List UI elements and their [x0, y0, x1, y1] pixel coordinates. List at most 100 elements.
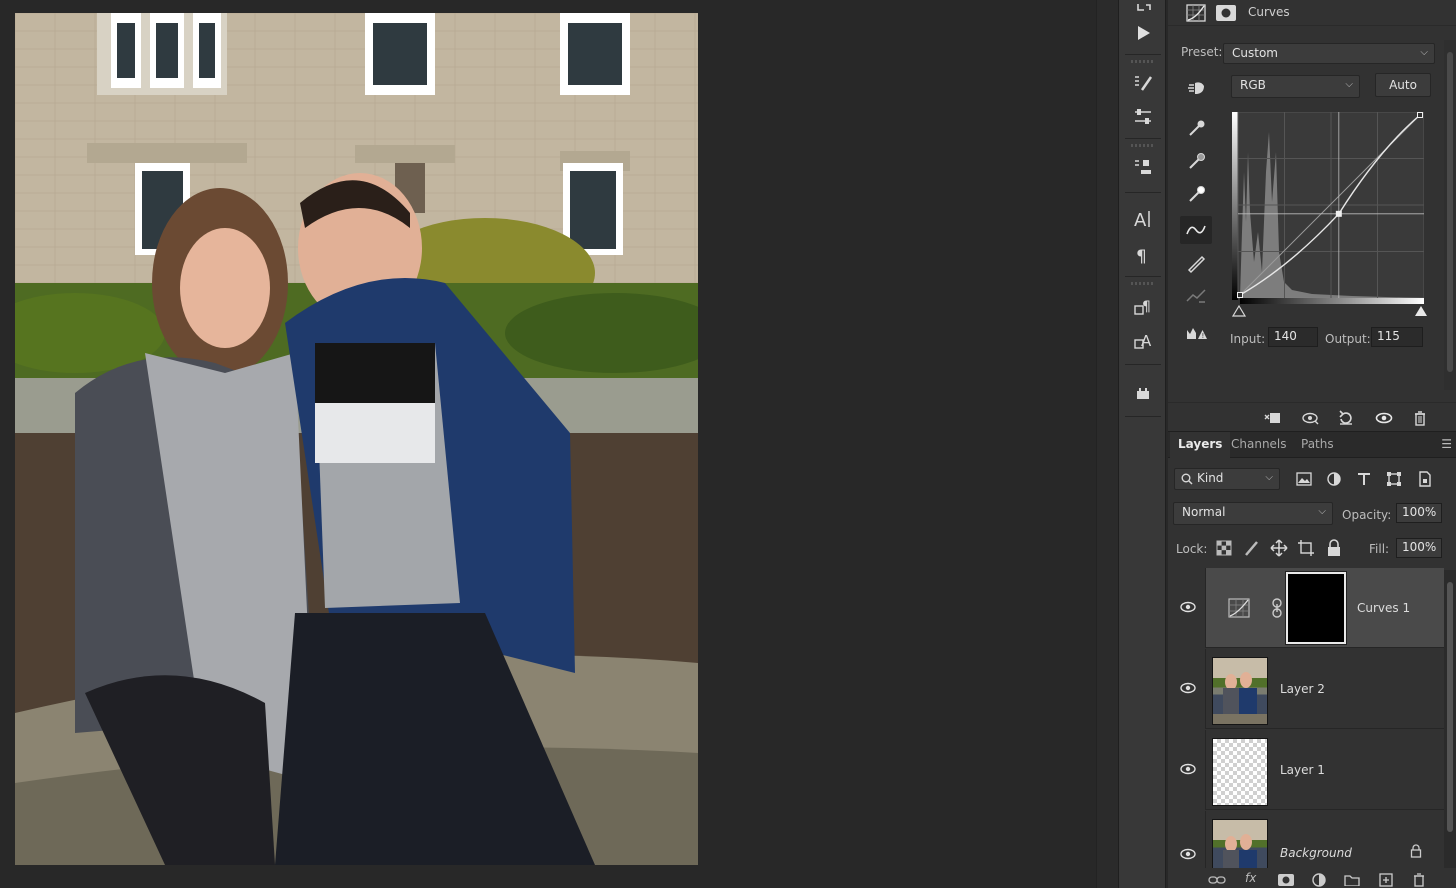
chevron-down-icon: ⌵: [1318, 506, 1326, 517]
black-input-slider-icon[interactable]: [1232, 304, 1247, 317]
lock-transparent-pixels-icon[interactable]: [1216, 540, 1232, 556]
curves-adjustment-icon[interactable]: [1184, 2, 1208, 24]
brush-settings-icon[interactable]: [1129, 70, 1157, 96]
chevron-down-icon: ⌵: [1420, 47, 1428, 58]
transparent-layer-thumbnail: [1212, 738, 1268, 806]
tab-paths[interactable]: Paths: [1293, 432, 1342, 458]
svg-text:A: A: [1141, 332, 1152, 350]
layer-visibility-eye-icon[interactable]: [1180, 847, 1196, 861]
layer-thumbnail: [1212, 819, 1268, 871]
white-input-slider-icon[interactable]: [1415, 306, 1427, 316]
layer-style-fx-icon[interactable]: fx: [1245, 871, 1256, 885]
properties-panel: Curves Preset: Custom ⌵ RGB ⌵ Auto ! Inp…: [1168, 0, 1456, 432]
adjustments-sliders-icon[interactable]: [1129, 104, 1157, 130]
smooth-curve-icon[interactable]: [1180, 282, 1212, 310]
layer-row-layer-2[interactable]: Layer 2: [1168, 649, 1444, 729]
photo-couple-on-wall[interactable]: [15, 13, 698, 865]
delete-layer-trash-icon[interactable]: [1412, 872, 1426, 888]
photo-illustration: [15, 13, 698, 865]
mask-link-chain-icon[interactable]: [1271, 598, 1283, 618]
new-layer-icon[interactable]: [1379, 873, 1393, 887]
filter-shape-icon[interactable]: [1383, 468, 1405, 490]
properties-footer: [1168, 402, 1456, 432]
reset-defaults-icon[interactable]: [1334, 407, 1358, 429]
opacity-label: Opacity:: [1342, 508, 1392, 522]
panel-menu-icon[interactable]: ☰: [1441, 437, 1452, 451]
opacity-field[interactable]: 100%: [1396, 503, 1442, 523]
character-styles-icon[interactable]: A: [1129, 328, 1157, 354]
curves-graph[interactable]: [1232, 112, 1424, 300]
lock-artboard-icon[interactable]: [1297, 539, 1315, 557]
filter-kind-dropdown[interactable]: Kind ⌵: [1174, 468, 1280, 490]
paragraph-styles-icon[interactable]: ¶: [1129, 294, 1157, 320]
layer-locked-icon[interactable]: [1410, 844, 1422, 858]
tab-layers[interactable]: Layers: [1170, 432, 1231, 458]
add-mask-icon[interactable]: [1278, 874, 1294, 886]
layer-name[interactable]: Curves 1: [1357, 601, 1410, 615]
lock-all-icon[interactable]: [1326, 539, 1342, 557]
lock-image-pixels-icon[interactable]: [1244, 540, 1260, 556]
white-point-eyedropper-icon[interactable]: [1180, 180, 1212, 208]
auto-button[interactable]: Auto: [1375, 73, 1431, 97]
layers-footer: fx: [1168, 868, 1456, 888]
clipping-warning-icon[interactable]: !: [1180, 318, 1212, 346]
input-field[interactable]: 140: [1268, 327, 1318, 347]
right-panels: Curves Preset: Custom ⌵ RGB ⌵ Auto ! Inp…: [1168, 0, 1456, 888]
targeted-adjustment-hand-icon[interactable]: [1180, 74, 1212, 102]
pencil-draw-curve-icon[interactable]: [1180, 249, 1212, 277]
layer-visibility-eye-icon[interactable]: [1180, 600, 1196, 614]
output-label: Output:: [1325, 332, 1371, 346]
layer-name[interactable]: Background: [1280, 846, 1352, 860]
output-field[interactable]: 115: [1371, 327, 1423, 347]
filter-pixel-icon[interactable]: [1293, 468, 1315, 490]
layer-visibility-eye-icon[interactable]: [1180, 681, 1196, 695]
blend-mode-dropdown[interactable]: Normal ⌵: [1173, 502, 1333, 525]
filter-type-icon[interactable]: [1353, 468, 1375, 490]
paragraph-panel-icon[interactable]: ¶: [1129, 242, 1157, 268]
layer-row-curves-1[interactable]: Curves 1: [1168, 568, 1444, 648]
new-group-folder-icon[interactable]: [1344, 874, 1360, 886]
black-point-eyedropper-icon[interactable]: [1180, 114, 1212, 142]
preset-dropdown[interactable]: Custom ⌵: [1223, 43, 1435, 64]
layers-panel: Layers Channels Paths ☰ Kind ⌵ Normal ⌵: [1168, 432, 1456, 888]
filter-smart-object-icon[interactable]: [1414, 468, 1436, 490]
svg-text:¶: ¶: [1136, 247, 1147, 266]
layers-scrollbar[interactable]: [1444, 570, 1456, 868]
curve-point-tool-icon[interactable]: [1180, 216, 1212, 244]
layer-row-layer-1[interactable]: Layer 1: [1168, 730, 1444, 810]
curve-control-point[interactable]: [1335, 210, 1342, 217]
curve-control-point[interactable]: [1237, 292, 1243, 298]
channel-dropdown[interactable]: RGB ⌵: [1231, 75, 1360, 98]
lock-position-icon[interactable]: [1270, 539, 1288, 557]
curve-control-point[interactable]: [1417, 112, 1423, 118]
search-icon: [1181, 473, 1193, 485]
toggle-visibility-eye-icon[interactable]: [1372, 407, 1396, 429]
channel-value: RGB: [1240, 78, 1266, 92]
canvas-vertical-scrollbar[interactable]: [1096, 0, 1118, 888]
layer-mask-icon[interactable]: [1214, 2, 1238, 24]
svg-text:!: !: [1202, 332, 1205, 340]
filter-adjustment-icon[interactable]: [1323, 468, 1345, 490]
gray-point-eyedropper-icon[interactable]: [1180, 147, 1212, 175]
layer-row-background[interactable]: Background: [1168, 811, 1444, 871]
character-panel-icon[interactable]: A: [1129, 206, 1157, 232]
delete-adjustment-trash-icon[interactable]: [1408, 407, 1432, 429]
link-layers-icon[interactable]: [1208, 874, 1226, 886]
new-adjustment-layer-icon[interactable]: [1312, 873, 1326, 887]
plugin-icon[interactable]: [1129, 380, 1157, 406]
clip-to-layer-icon[interactable]: [1260, 407, 1284, 429]
view-previous-state-icon[interactable]: [1298, 407, 1322, 429]
layer-mask-thumbnail[interactable]: [1285, 571, 1347, 645]
input-sliders[interactable]: [1232, 304, 1428, 318]
layer-name[interactable]: Layer 2: [1280, 682, 1325, 696]
properties-scrollbar[interactable]: [1444, 40, 1456, 390]
layer-name[interactable]: Layer 1: [1280, 763, 1325, 777]
layer-visibility-eye-icon[interactable]: [1180, 762, 1196, 776]
tab-channels[interactable]: Channels: [1223, 432, 1295, 458]
play-actions-icon[interactable]: [1129, 20, 1157, 46]
clone-source-icon[interactable]: [1129, 154, 1157, 180]
blend-mode-value: Normal: [1182, 505, 1226, 519]
document-canvas[interactable]: [0, 0, 1096, 888]
svg-text:¶: ¶: [1142, 299, 1151, 315]
fill-field[interactable]: 100%: [1396, 538, 1442, 558]
